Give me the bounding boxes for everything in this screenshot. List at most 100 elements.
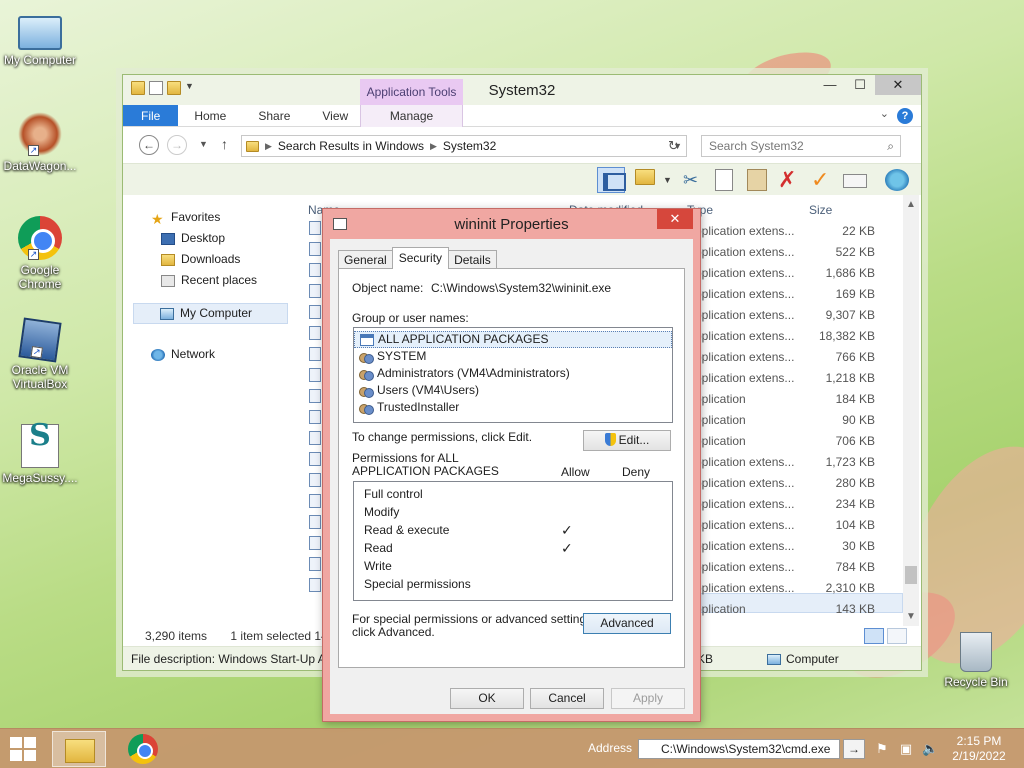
- table-cell-size[interactable]: 9,307 KB: [807, 305, 875, 326]
- file-icon[interactable]: [309, 473, 321, 487]
- breadcrumb-search-results[interactable]: Search Results in Windows: [278, 136, 424, 156]
- nav-item-desktop[interactable]: Desktop: [123, 228, 298, 249]
- desktop-icon-my-computer[interactable]: My Computer: [0, 10, 80, 67]
- table-cell-type[interactable]: Application extens...: [687, 536, 807, 557]
- desktop-icon-datawagon[interactable]: ↗ DataWagon...: [0, 112, 80, 173]
- nav-item-favorites[interactable]: ★ Favorites: [123, 207, 298, 228]
- file-icon[interactable]: [309, 494, 321, 508]
- apply-button[interactable]: Apply: [611, 688, 685, 709]
- file-icon[interactable]: [309, 347, 321, 361]
- file-icon[interactable]: [309, 326, 321, 340]
- scroll-up-icon[interactable]: ▲: [906, 199, 916, 210]
- file-icon[interactable]: [309, 452, 321, 466]
- copy-icon[interactable]: [715, 169, 733, 191]
- file-icon[interactable]: [309, 305, 321, 319]
- globe-icon[interactable]: [885, 169, 909, 191]
- advanced-button[interactable]: Advanced: [583, 613, 671, 634]
- back-button[interactable]: ←: [139, 135, 159, 155]
- table-cell-size[interactable]: 1,686 KB: [807, 263, 875, 284]
- nav-item-recent-places[interactable]: Recent places: [123, 270, 298, 291]
- file-icon[interactable]: [309, 431, 321, 445]
- table-cell-size[interactable]: 18,382 KB: [807, 326, 875, 347]
- clock[interactable]: 2:15 PM 2/19/2022: [940, 734, 1018, 764]
- table-cell-size[interactable]: 766 KB: [807, 347, 875, 368]
- table-cell-type[interactable]: Application extens...: [687, 578, 807, 599]
- table-cell-type[interactable]: Application extens...: [687, 263, 807, 284]
- taskbar-file-explorer[interactable]: [52, 731, 106, 767]
- refresh-icon[interactable]: ↻: [668, 138, 679, 154]
- chevron-down-icon[interactable]: ▼: [663, 169, 675, 191]
- table-cell-type[interactable]: Application extens...: [687, 473, 807, 494]
- search-input[interactable]: Search System32 ⌕: [701, 135, 901, 157]
- table-cell-type[interactable]: Application extens...: [687, 242, 807, 263]
- nav-item-downloads[interactable]: Downloads: [123, 249, 298, 270]
- ok-button[interactable]: OK: [450, 688, 524, 709]
- cancel-button[interactable]: Cancel: [530, 688, 604, 709]
- nav-item-network[interactable]: Network: [123, 344, 298, 365]
- preview-pane-button[interactable]: [597, 167, 626, 193]
- checkmark-icon[interactable]: ✓: [811, 169, 835, 191]
- up-button[interactable]: ↑: [221, 136, 228, 152]
- details-view-icon[interactable]: [864, 628, 884, 644]
- list-item[interactable]: Administrators (VM4\Administrators): [354, 365, 672, 382]
- table-cell-size[interactable]: 784 KB: [807, 557, 875, 578]
- network-icon[interactable]: ▣: [898, 741, 914, 757]
- tab-file[interactable]: File: [123, 105, 179, 126]
- table-cell-type[interactable]: Application: [687, 599, 807, 620]
- maximize-button[interactable]: ☐: [845, 75, 875, 95]
- tab-home[interactable]: Home: [178, 105, 242, 126]
- table-cell-type[interactable]: Application extens...: [687, 326, 807, 347]
- tab-view[interactable]: View: [306, 105, 364, 126]
- desktop-icon-recycle-bin[interactable]: Recycle Bin: [936, 632, 1016, 689]
- file-icon[interactable]: [309, 389, 321, 403]
- start-button[interactable]: [10, 737, 37, 762]
- edit-button[interactable]: Edit...: [583, 430, 671, 451]
- list-item[interactable]: TrustedInstaller: [354, 399, 672, 416]
- dialog-titlebar[interactable]: wininit Properties ✕: [323, 209, 700, 239]
- table-cell-size[interactable]: 706 KB: [807, 431, 875, 452]
- table-cell-type[interactable]: Application extens...: [687, 557, 807, 578]
- table-cell-size[interactable]: 234 KB: [807, 494, 875, 515]
- table-cell-size[interactable]: 104 KB: [807, 515, 875, 536]
- file-icon[interactable]: [309, 221, 321, 235]
- rename-icon[interactable]: [843, 174, 867, 188]
- table-cell-type[interactable]: Application extens...: [687, 284, 807, 305]
- table-cell-type[interactable]: Application extens...: [687, 515, 807, 536]
- vertical-scrollbar[interactable]: ▲ ▼: [903, 195, 919, 626]
- user-list[interactable]: ALL APPLICATION PACKAGES SYSTEM Administ…: [353, 327, 673, 423]
- cut-icon[interactable]: ✂: [683, 169, 707, 191]
- table-cell-type[interactable]: Application: [687, 410, 807, 431]
- paste-icon[interactable]: [747, 169, 767, 191]
- table-cell-type[interactable]: Application extens...: [687, 221, 807, 242]
- list-item[interactable]: ALL APPLICATION PACKAGES: [354, 331, 672, 348]
- list-item[interactable]: Users (VM4\Users): [354, 382, 672, 399]
- list-item[interactable]: SYSTEM: [354, 348, 672, 365]
- file-icon[interactable]: [309, 515, 321, 529]
- minimize-button[interactable]: —: [815, 75, 845, 95]
- table-cell-size[interactable]: 30 KB: [807, 536, 875, 557]
- scrollbar-thumb[interactable]: [905, 566, 917, 584]
- file-icon[interactable]: [309, 242, 321, 256]
- explorer-titlebar[interactable]: ▼ Application Tools System32 — ☐ ✕: [123, 75, 921, 105]
- column-header-size[interactable]: Size: [809, 203, 832, 217]
- nav-item-my-computer[interactable]: My Computer: [133, 303, 288, 324]
- table-cell-type[interactable]: Application: [687, 389, 807, 410]
- folder-options-button[interactable]: [635, 169, 659, 191]
- table-cell-size[interactable]: 1,218 KB: [807, 368, 875, 389]
- table-cell-type[interactable]: Application extens...: [687, 452, 807, 473]
- address-toolbar-input[interactable]: C:\Windows\System32\cmd.exe: [638, 739, 840, 759]
- table-cell-size[interactable]: 2,310 KB: [807, 578, 875, 599]
- table-cell-type[interactable]: Application extens...: [687, 305, 807, 326]
- table-cell-size[interactable]: 143 KB: [807, 599, 875, 620]
- tab-manage[interactable]: Manage: [360, 105, 463, 127]
- file-icon[interactable]: [309, 263, 321, 277]
- close-button[interactable]: ✕: [875, 75, 921, 95]
- delete-icon[interactable]: ✗: [778, 169, 802, 191]
- file-icon[interactable]: [309, 284, 321, 298]
- table-cell-size[interactable]: 169 KB: [807, 284, 875, 305]
- volume-muted-icon[interactable]: 🔈: [922, 741, 938, 757]
- desktop-icon-virtualbox[interactable]: ↗ Oracle VM VirtualBox: [0, 317, 80, 391]
- ribbon-expand-icon[interactable]: ⌄: [880, 107, 889, 120]
- taskbar-chrome-icon[interactable]: [128, 734, 158, 764]
- tab-details[interactable]: Details: [448, 250, 497, 269]
